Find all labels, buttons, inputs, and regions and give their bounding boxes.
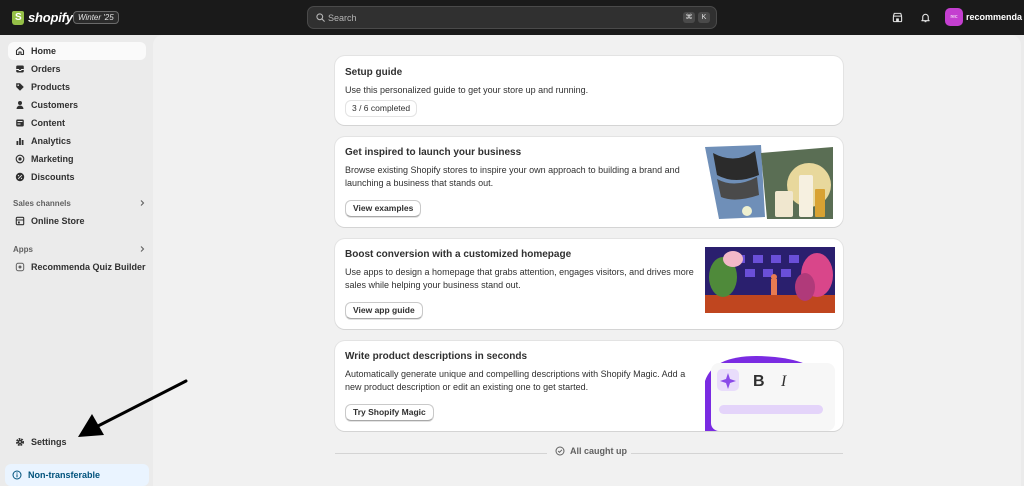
non-transferable-banner[interactable]: Non-transferable bbox=[5, 464, 149, 486]
card-body: Browse existing Shopify stores to inspir… bbox=[345, 165, 680, 188]
apps-header[interactable]: Apps bbox=[13, 242, 146, 256]
bell-icon[interactable] bbox=[918, 10, 933, 25]
caught-up-label: All caught up bbox=[555, 446, 627, 456]
sidebar-item-label: Content bbox=[31, 118, 65, 128]
sidebar-item-customers[interactable]: Customers bbox=[8, 96, 146, 114]
online-store-icon bbox=[15, 216, 25, 226]
product-descriptions-card: Write product descriptions in seconds Au… bbox=[335, 341, 843, 431]
tag-icon bbox=[16, 83, 24, 91]
card-title: Get inspired to launch your business bbox=[345, 147, 522, 158]
shopify-bag-icon bbox=[12, 10, 24, 25]
divider bbox=[335, 453, 547, 454]
search-icon bbox=[316, 13, 325, 22]
sidebar-item-content[interactable]: Content bbox=[8, 114, 146, 132]
sidebar: Home Orders Products Customers Content A… bbox=[0, 35, 153, 486]
divider bbox=[631, 453, 843, 454]
stores-illustration bbox=[705, 145, 833, 219]
sidebar-item-label: Home bbox=[31, 46, 57, 56]
sidebar-item-orders[interactable]: Orders bbox=[8, 60, 146, 78]
caught-up-text: All caught up bbox=[570, 446, 627, 456]
sidebar-item-products[interactable]: Products bbox=[8, 78, 146, 96]
store-icon[interactable] bbox=[890, 10, 905, 25]
person-icon bbox=[16, 101, 24, 109]
search-bar[interactable]: ⌘ K bbox=[307, 6, 717, 29]
info-icon bbox=[12, 470, 22, 480]
top-bar: shopify Winter '25 ⌘ K rec recommenda bbox=[0, 0, 1024, 35]
sidebar-item-label: Analytics bbox=[31, 136, 72, 146]
sidebar-item-online-store[interactable]: Online Store bbox=[8, 212, 146, 230]
target-icon bbox=[15, 154, 25, 164]
search-input[interactable] bbox=[328, 10, 628, 25]
content-icon bbox=[16, 119, 24, 127]
avatar[interactable]: rec bbox=[945, 8, 963, 26]
sidebar-item-discounts[interactable]: Discounts bbox=[8, 168, 146, 186]
check-circle-icon bbox=[555, 446, 565, 456]
setup-guide-card[interactable]: Setup guide Use this personalized guide … bbox=[335, 56, 843, 125]
inbox-icon bbox=[16, 65, 24, 73]
homepage-illustration bbox=[705, 247, 835, 313]
sidebar-item-label: Products bbox=[31, 82, 71, 92]
sales-channels-label: Sales channels bbox=[13, 198, 71, 208]
sidebar-item-settings[interactable]: Settings bbox=[8, 433, 146, 451]
sidebar-item-label: Customers bbox=[31, 100, 79, 110]
all-caught-up: All caught up bbox=[335, 445, 843, 461]
sidebar-item-label: Orders bbox=[31, 64, 61, 74]
card-title: Setup guide bbox=[345, 67, 403, 78]
sidebar-item-label: Discounts bbox=[31, 172, 75, 182]
home-icon bbox=[15, 46, 25, 56]
apps-label: Apps bbox=[13, 244, 33, 254]
card-title: Boost conversion with a customized homep… bbox=[345, 249, 572, 260]
inspire-card: Get inspired to launch your business Bro… bbox=[335, 137, 843, 227]
sidebar-item-label: Recommenda Quiz Builder bbox=[31, 262, 146, 272]
shortcut-key-k: K bbox=[698, 12, 710, 23]
sidebar-item-label: Settings bbox=[31, 437, 67, 447]
boost-conversion-card: Boost conversion with a customized homep… bbox=[335, 239, 843, 329]
view-examples-button[interactable]: View examples bbox=[345, 200, 422, 217]
bar-chart-icon bbox=[16, 138, 24, 145]
edition-badge[interactable]: Winter '25 bbox=[73, 11, 119, 24]
sidebar-item-label: Marketing bbox=[31, 154, 74, 164]
svg-text:B: B bbox=[753, 373, 765, 390]
chevron-right-icon bbox=[140, 246, 145, 252]
banner-label: Non-transferable bbox=[28, 470, 101, 480]
store-name[interactable]: recommenda bbox=[966, 12, 1022, 22]
svg-text:I: I bbox=[780, 373, 787, 390]
shortcut-key-cmd: ⌘ bbox=[683, 12, 695, 23]
gear-icon bbox=[16, 438, 24, 446]
shopify-logo[interactable]: shopify bbox=[12, 10, 73, 25]
try-shopify-magic-button[interactable]: Try Shopify Magic bbox=[345, 404, 434, 421]
card-title: Write product descriptions in seconds bbox=[345, 351, 528, 362]
sidebar-item-analytics[interactable]: Analytics bbox=[8, 132, 146, 150]
setup-progress: 3 / 6 completed bbox=[345, 100, 418, 117]
main-content: Setup guide Use this personalized guide … bbox=[153, 35, 1021, 486]
sidebar-item-marketing[interactable]: Marketing bbox=[8, 150, 146, 168]
sales-channels-header[interactable]: Sales channels bbox=[13, 196, 146, 210]
sidebar-item-home[interactable]: Home bbox=[8, 42, 146, 60]
card-body: Use apps to design a homepage that grabs… bbox=[345, 267, 694, 290]
view-app-guide-button[interactable]: View app guide bbox=[345, 302, 423, 319]
app-icon bbox=[15, 262, 25, 272]
brand-name: shopify bbox=[28, 10, 73, 25]
chevron-right-icon bbox=[140, 200, 145, 206]
sidebar-item-recommenda-quiz-builder[interactable]: Recommenda Quiz Builder bbox=[8, 258, 146, 276]
sidebar-item-label: Online Store bbox=[31, 216, 85, 226]
card-body: Use this personalized guide to get your … bbox=[345, 85, 589, 95]
card-body: Automatically generate unique and compel… bbox=[345, 369, 686, 392]
shopify-magic-editor-illustration: B I bbox=[705, 356, 835, 431]
discount-icon bbox=[15, 172, 25, 182]
